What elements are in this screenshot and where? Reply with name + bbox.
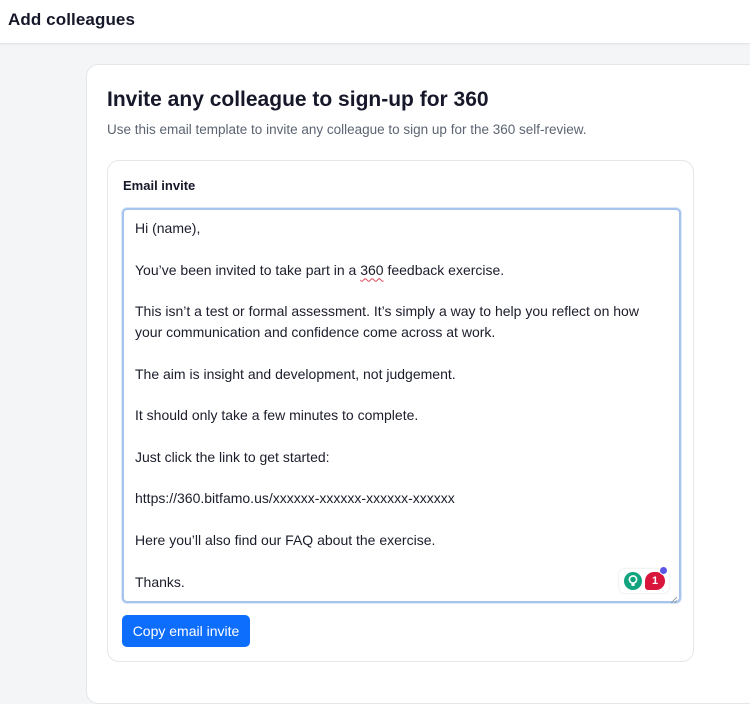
notification-dot-icon (659, 566, 668, 575)
page-title: Add colleagues (8, 10, 136, 29)
writing-assistant-widget[interactable]: 1 (619, 566, 669, 593)
email-blank-line (135, 551, 669, 572)
email-invite-label: Email invite (123, 178, 196, 193)
email-blank-line (135, 468, 669, 489)
email-line: The aim is insight and development, not … (135, 365, 456, 382)
email-blank-line (135, 239, 669, 260)
invite-card: Invite any colleague to sign-up for 360 … (86, 64, 750, 704)
email-line: your communication and confidence come a… (135, 323, 496, 340)
card-subtitle: Use this email template to invite any co… (107, 122, 587, 137)
email-line: Here you’ll also find our FAQ about the … (135, 531, 436, 548)
email-invite-textarea[interactable]: Hi (name), You’ve been invited to take p… (122, 208, 681, 604)
email-invite-panel: Email invite Hi (name), You’ve been invi… (107, 160, 694, 662)
email-line: Just click the link to get started: (135, 448, 330, 465)
email-line-text: You’ve been invited to take part in a (135, 261, 361, 278)
top-bar: Add colleagues (0, 0, 750, 44)
email-blank-line (135, 343, 669, 364)
email-line: This isn’t a test or formal assessment. … (135, 303, 639, 320)
email-line: Thanks. (135, 573, 185, 590)
email-blank-line (135, 509, 669, 530)
resize-handle-icon[interactable] (669, 591, 678, 604)
email-line: Hi (name), (135, 220, 201, 236)
email-blank-line (135, 280, 669, 301)
lightbulb-icon[interactable] (624, 572, 642, 590)
copy-email-invite-button[interactable]: Copy email invite (122, 615, 250, 647)
email-blank-line (135, 426, 669, 447)
email-line-text: feedback exercise. (383, 261, 505, 278)
card-heading: Invite any colleague to sign-up for 360 (107, 88, 489, 111)
email-blank-line (135, 384, 669, 405)
email-line: It should only take a few minutes to com… (135, 407, 419, 424)
email-line: You’ve been invited to take part in a 36… (135, 260, 669, 281)
spellcheck-flagged-word[interactable]: 360 (360, 262, 383, 278)
email-link-line: https://360.bitfamo.us/xxxxxx-xxxxxx-xxx… (135, 490, 455, 507)
email-body: Hi (name), You’ve been invited to take p… (135, 218, 669, 592)
